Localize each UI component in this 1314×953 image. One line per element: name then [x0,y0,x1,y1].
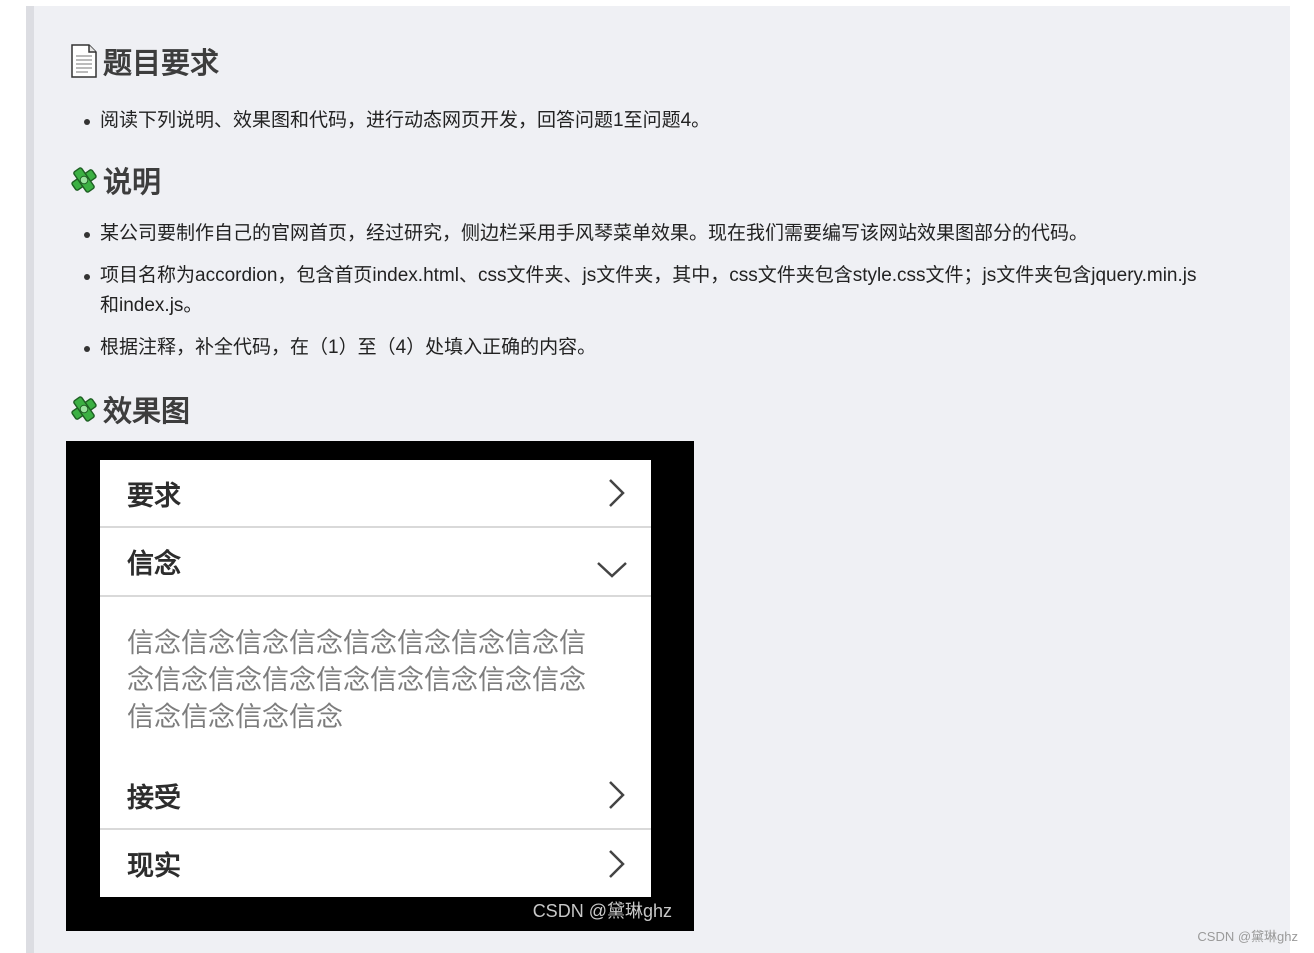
accordion-item-label: 现实 [127,851,181,881]
effect-preview-image: 要求 信念 信念信念信念信念信念信念信念信念信念信念信念信念信念信念信念信念信念… [66,441,694,931]
accordion-item-belief[interactable]: 信念 [100,528,651,597]
description-list: 某公司要制作自己的官网首页，经过研究，侧边栏采用手风琴菜单效果。现在我们需要编写… [84,219,1214,375]
preview-watermark: CSDN @黛琳ghz [532,901,672,921]
list-item: 根据注释，补全代码，在（1）至（4）处填入正确的内容。 [84,333,1214,363]
chevron-right-icon [609,849,625,878]
section-heading-requirements: 题目要求 [68,40,219,82]
page-watermark: CSDN @黛琳ghz [1197,929,1298,944]
document-icon [71,44,97,78]
section-title: 说明 [103,167,162,199]
list-item: 阅读下列说明、效果图和代码，进行动态网页开发，回答问题1至问题4。 [84,106,1214,136]
chevron-right-icon [609,479,625,507]
accordion-item-accept[interactable]: 接受 [100,762,651,830]
accordion-item-label: 接受 [127,782,181,813]
chevron-right-icon [609,781,625,809]
accordion-item-label: 要求 [127,480,181,511]
accordion-item-requirements[interactable]: 要求 [100,460,651,528]
accordion-item-label: 信念 [127,549,181,579]
list-item: 某公司要制作自己的官网首页，经过研究，侧边栏采用手风琴菜单效果。现在我们需要编写… [84,219,1214,249]
puzzle-icon [71,396,97,422]
section-title: 效果图 [103,396,191,428]
blockquote-panel: 题目要求 阅读下列说明、效果图和代码，进行动态网页开发，回答问题1至问题4。 说… [26,6,1290,953]
accordion-expanded-content: 信念信念信念信念信念信念信念信念信念信念信念信念信念信念信念信念信念信念信念信念… [127,628,586,732]
puzzle-icon [71,167,97,193]
list-item: 项目名称为accordion，包含首页index.html、css文件夹、js文… [84,261,1214,321]
requirements-list: 阅读下列说明、效果图和代码，进行动态网页开发，回答问题1至问题4。 [84,106,1214,136]
section-title: 题目要求 [103,48,220,80]
section-heading-effect: 效果图 [68,388,190,430]
accordion-item-reality[interactable]: 现实 [100,830,651,897]
section-heading-description: 说明 [68,159,161,201]
chevron-down-icon [597,561,627,578]
accordion-menu: 要求 信念 信念信念信念信念信念信念信念信念信念信念信念信念信念信念信念信念信念… [100,460,651,897]
